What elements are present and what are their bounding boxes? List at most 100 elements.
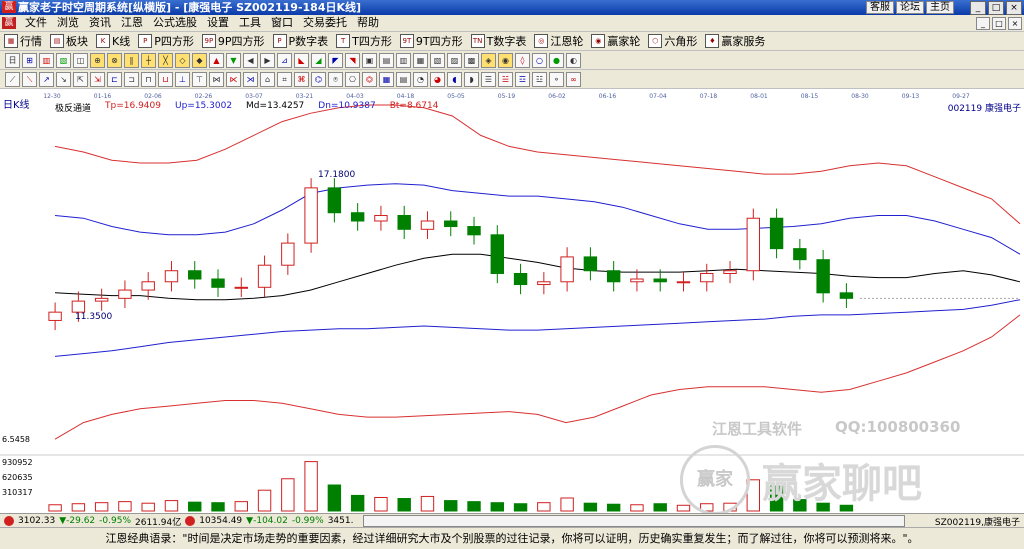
drawing-tool-icon[interactable]: ◀ [243,52,258,68]
analysis-tool-icon[interactable]: ⟋ [5,71,20,87]
drawing-tool-icon[interactable]: ∥ [124,52,139,68]
drawing-tool-icon[interactable]: ◢ [311,52,326,68]
drawing-tool-icon[interactable]: ▤ [379,52,394,68]
analysis-tool-icon[interactable]: ▤ [396,71,411,87]
winner-wheel-button[interactable]: ◉ 赢家轮 [587,33,644,49]
hexagon-button[interactable]: ⬡ 六角形 [644,33,701,49]
drawing-tool-icon[interactable]: ◫ [73,52,88,68]
drawing-tool-icon[interactable]: ▣ [362,52,377,68]
drawing-tool-icon[interactable]: ◇ [175,52,190,68]
drawing-tool-icon[interactable]: ▦ [413,52,428,68]
drawing-tool-icon[interactable]: ◤ [328,52,343,68]
mdi-restore-button[interactable]: □ [992,16,1006,30]
analysis-tool-icon[interactable]: ⌗ [277,71,292,87]
analysis-tool-icon[interactable]: ↗ [39,71,54,87]
drawing-tool-icon[interactable]: ◉ [498,52,513,68]
sector-button[interactable]: ▤ 板块 [46,33,92,49]
drawing-tool-icon[interactable]: ▶ [260,52,275,68]
analysis-tool-icon[interactable]: ▦ [379,71,394,87]
drawing-tool-icon[interactable]: ╳ [158,52,173,68]
drawing-tool-icon[interactable]: ▥ [39,52,54,68]
analysis-tool-icon[interactable]: ⊐ [124,71,139,87]
analysis-tool-icon[interactable]: ⌘ [294,71,309,87]
maximize-button[interactable]: □ [988,1,1004,15]
drawing-tool-icon[interactable]: ◈ [481,52,496,68]
analysis-tool-icon[interactable]: ⇱ [73,71,88,87]
drawing-tool-icon[interactable]: 日 [5,52,20,68]
t-number-table-button[interactable]: TN T数字表 [467,33,531,49]
menu-window[interactable]: 窗口 [266,15,298,31]
minimize-button[interactable]: _ [970,1,986,15]
analysis-tool-icon[interactable]: ◔ [413,71,428,87]
mdi-minimize-button[interactable]: _ [976,16,990,30]
drawing-tool-icon[interactable]: ◥ [345,52,360,68]
analysis-tool-icon[interactable]: ⌂ [260,71,275,87]
drawing-tool-icon[interactable]: ⊕ [90,52,105,68]
winner-service-button[interactable]: ♦ 赢家服务 [701,33,769,49]
analysis-tool-icon[interactable]: ☳ [532,71,547,87]
drawing-tool-icon[interactable]: ⊗ [107,52,122,68]
drawing-tool-icon[interactable]: ● [549,52,564,68]
p-square-button[interactable]: P P四方形 [134,33,198,49]
drawing-tool-icon[interactable]: ◊ [515,52,530,68]
support-link[interactable]: 客服 [866,1,894,14]
analysis-tool-icon[interactable]: ∞ [566,71,581,87]
9t-square-button[interactable]: 9T 9T四方形 [396,33,467,49]
drawing-tool-icon[interactable]: ◐ [566,52,581,68]
menu-help[interactable]: 帮助 [352,15,384,31]
analysis-tool-icon[interactable]: ⊔ [158,71,173,87]
analysis-tool-icon[interactable]: ⍟ [328,71,343,87]
drawing-tool-icon[interactable]: ▩ [464,52,479,68]
drawing-tool-icon[interactable]: ▲ [209,52,224,68]
analysis-tool-icon[interactable]: ⊤ [192,71,207,87]
gann-wheel-button[interactable]: ◎ 江恩轮 [530,33,587,49]
menu-gann[interactable]: 江恩 [116,15,148,31]
analysis-tool-icon[interactable]: ⋉ [226,71,241,87]
analysis-tool-icon[interactable]: ↘ [56,71,71,87]
drawing-tool-icon[interactable]: ▧ [430,52,445,68]
drawing-tool-icon[interactable]: ◆ [192,52,207,68]
drawing-tool-icon[interactable]: ┼ [141,52,156,68]
analysis-tool-icon[interactable]: ⟍ [22,71,37,87]
quote-button[interactable]: ▦ 行情 [0,33,46,49]
chart-canvas[interactable]: 12-30 01-16 02-06 02-26 03-07 03-21 04-03 04-18… [0,89,1024,513]
analysis-tool-icon[interactable]: ◗ [464,71,479,87]
analysis-tool-icon[interactable]: ⋊ [243,71,258,87]
analysis-tool-icon[interactable]: ⋈ [209,71,224,87]
drawing-tool-icon[interactable]: ▼ [226,52,241,68]
analysis-tool-icon[interactable]: ⏣ [362,71,377,87]
analysis-tool-icon[interactable]: ⎔ [345,71,360,87]
analysis-tool-icon[interactable]: ⊏ [107,71,122,87]
close-button[interactable]: × [1006,1,1022,15]
drawing-tool-icon[interactable]: ▥ [396,52,411,68]
drawing-tool-icon[interactable]: ○ [532,52,547,68]
analysis-tool-icon[interactable]: ☲ [515,71,530,87]
mdi-close-button[interactable]: × [1008,16,1022,30]
analysis-tool-icon[interactable]: ⌬ [311,71,326,87]
drawing-tool-icon[interactable]: ▨ [447,52,462,68]
drawing-tool-icon[interactable]: ◣ [294,52,309,68]
drawing-tool-icon[interactable]: ⊿ [277,52,292,68]
horizontal-scrollbar[interactable] [363,515,906,527]
kline-chart-area[interactable]: 12-30 01-16 02-06 02-26 03-07 03-21 04-03 04-18… [0,89,1024,515]
menu-browse[interactable]: 浏览 [52,15,84,31]
analysis-tool-icon[interactable]: ☱ [498,71,513,87]
home-link[interactable]: 主页 [926,1,954,14]
p-number-table-button[interactable]: P P数字表 [269,33,333,49]
menu-tools[interactable]: 工具 [234,15,266,31]
analysis-tool-icon[interactable]: ⇲ [90,71,105,87]
analysis-tool-icon[interactable]: ⚬ [549,71,564,87]
menu-settings[interactable]: 设置 [202,15,234,31]
menu-trade[interactable]: 交易委托 [298,15,352,31]
9p-square-button[interactable]: 9P 9P四方形 [198,33,269,49]
analysis-tool-icon[interactable]: ⊓ [141,71,156,87]
drawing-tool-icon[interactable]: ▧ [56,52,71,68]
analysis-tool-icon[interactable]: ☰ [481,71,496,87]
analysis-tool-icon[interactable]: ◕ [430,71,445,87]
menu-file[interactable]: 文件 [20,15,52,31]
kline-button[interactable]: K K线 [92,33,134,49]
menu-info[interactable]: 资讯 [84,15,116,31]
t-square-button[interactable]: T T四方形 [332,33,396,49]
analysis-tool-icon[interactable]: ◖ [447,71,462,87]
drawing-tool-icon[interactable]: ⊞ [22,52,37,68]
